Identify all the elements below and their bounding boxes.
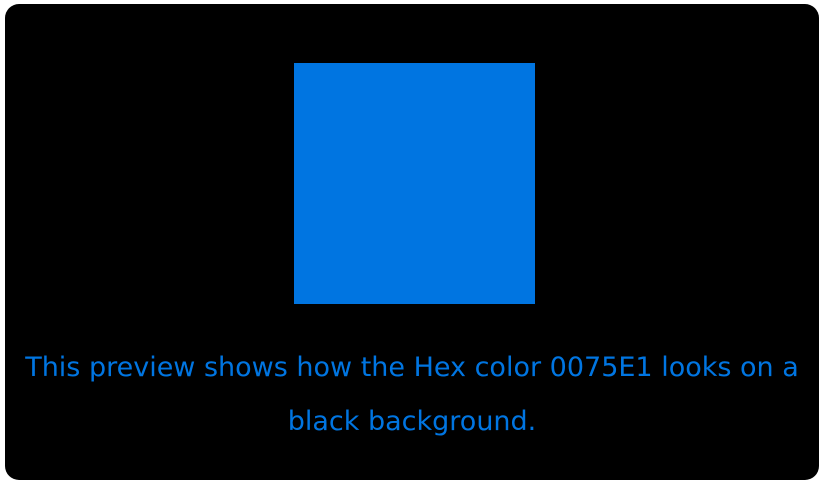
color-swatch bbox=[294, 63, 535, 304]
preview-caption: This preview shows how the Hex color 007… bbox=[25, 352, 799, 437]
color-preview-card: This preview shows how the Hex color 007… bbox=[5, 4, 819, 480]
